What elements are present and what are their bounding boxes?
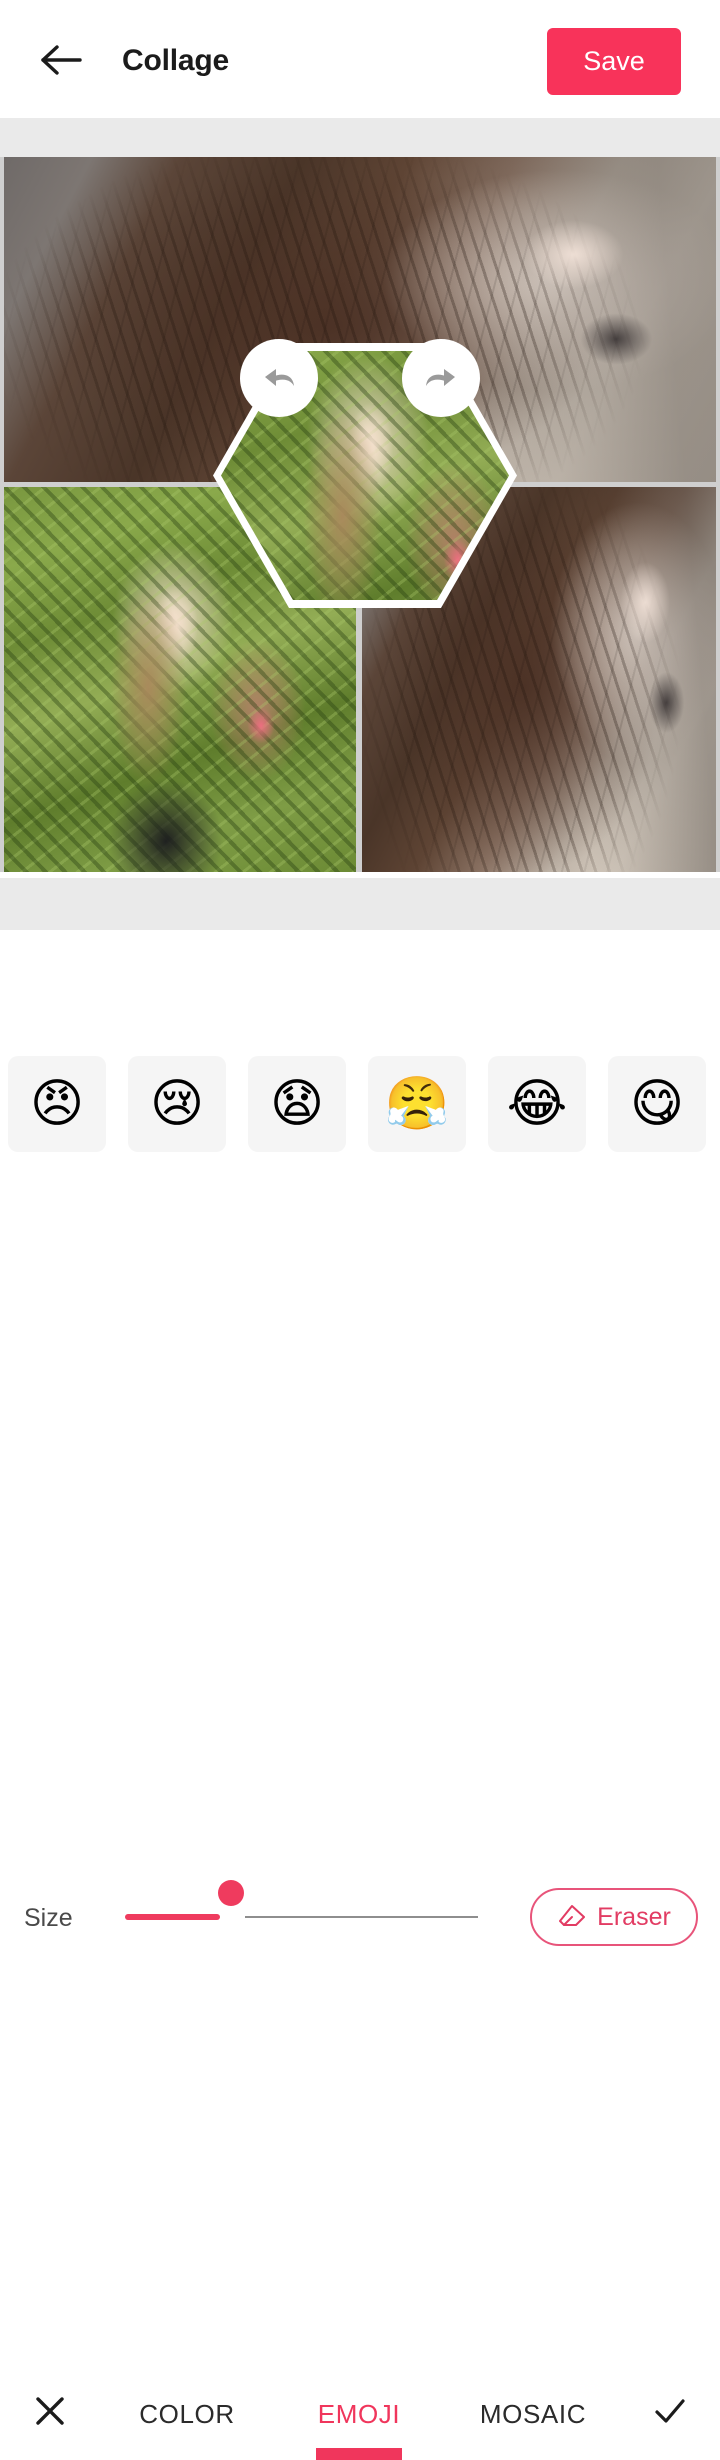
- back-button[interactable]: [30, 32, 92, 88]
- arrow-left-icon: [40, 43, 82, 77]
- emoji-angry-glyph: 😠: [29, 1074, 85, 1134]
- emoji-tile-triumph[interactable]: 😤: [368, 1056, 466, 1152]
- size-control-row: Size Eraser: [0, 930, 720, 1946]
- bottom-tabbar: COLOR EMOJI MOSAIC: [0, 1180, 720, 2460]
- emoji-tile-joy[interactable]: 😂: [488, 1056, 586, 1152]
- collage-canvas[interactable]: [0, 157, 720, 872]
- canvas-bottom-spacer: [0, 872, 720, 930]
- eraser-icon: [557, 1902, 587, 1932]
- size-slider[interactable]: [125, 1914, 478, 1920]
- save-button[interactable]: Save: [547, 28, 681, 95]
- size-slider-track: [245, 1916, 478, 1918]
- canvas-bottom-divider: [0, 872, 720, 878]
- page-title: Collage: [122, 44, 229, 77]
- active-tab-indicator: [316, 2448, 402, 2460]
- emoji-yum-glyph: 😋: [629, 1074, 685, 1134]
- check-icon: [653, 2394, 687, 2428]
- tab-emoji[interactable]: EMOJI: [295, 2394, 423, 2434]
- eraser-label: Eraser: [597, 1903, 671, 1931]
- size-slider-fill: [125, 1914, 220, 1920]
- emoji-tile-yum[interactable]: 😋: [608, 1056, 706, 1152]
- canvas-top-spacer: [0, 118, 720, 157]
- emoji-tile-anguished[interactable]: 😧: [248, 1056, 346, 1152]
- emoji-anguished-glyph: 😧: [269, 1074, 325, 1134]
- emoji-tile-crying[interactable]: 😢: [128, 1056, 226, 1152]
- app-header: Collage Save: [0, 0, 720, 118]
- tab-color[interactable]: COLOR: [120, 2394, 254, 2434]
- emoji-triumph-glyph: 😤: [384, 1074, 450, 1134]
- emoji-strip[interactable]: 😠 😢 😧 😤 😂 😋: [0, 1042, 720, 1180]
- emoji-joy-glyph: 😂: [506, 1074, 568, 1134]
- redo-arrow-icon: [421, 358, 461, 398]
- eraser-button[interactable]: Eraser: [530, 1888, 698, 1946]
- redo-button[interactable]: [402, 339, 480, 417]
- emoji-tile-angry[interactable]: 😠: [8, 1056, 106, 1152]
- undo-button[interactable]: [240, 339, 318, 417]
- confirm-button[interactable]: [642, 2386, 698, 2436]
- tab-mosaic[interactable]: MOSAIC: [460, 2394, 606, 2434]
- size-label: Size: [24, 1904, 73, 1932]
- emoji-crying-glyph: 😢: [149, 1074, 205, 1134]
- close-x-icon: [33, 2394, 67, 2428]
- cancel-button[interactable]: [22, 2386, 78, 2436]
- undo-arrow-icon: [259, 358, 299, 398]
- size-slider-thumb[interactable]: [218, 1880, 244, 1906]
